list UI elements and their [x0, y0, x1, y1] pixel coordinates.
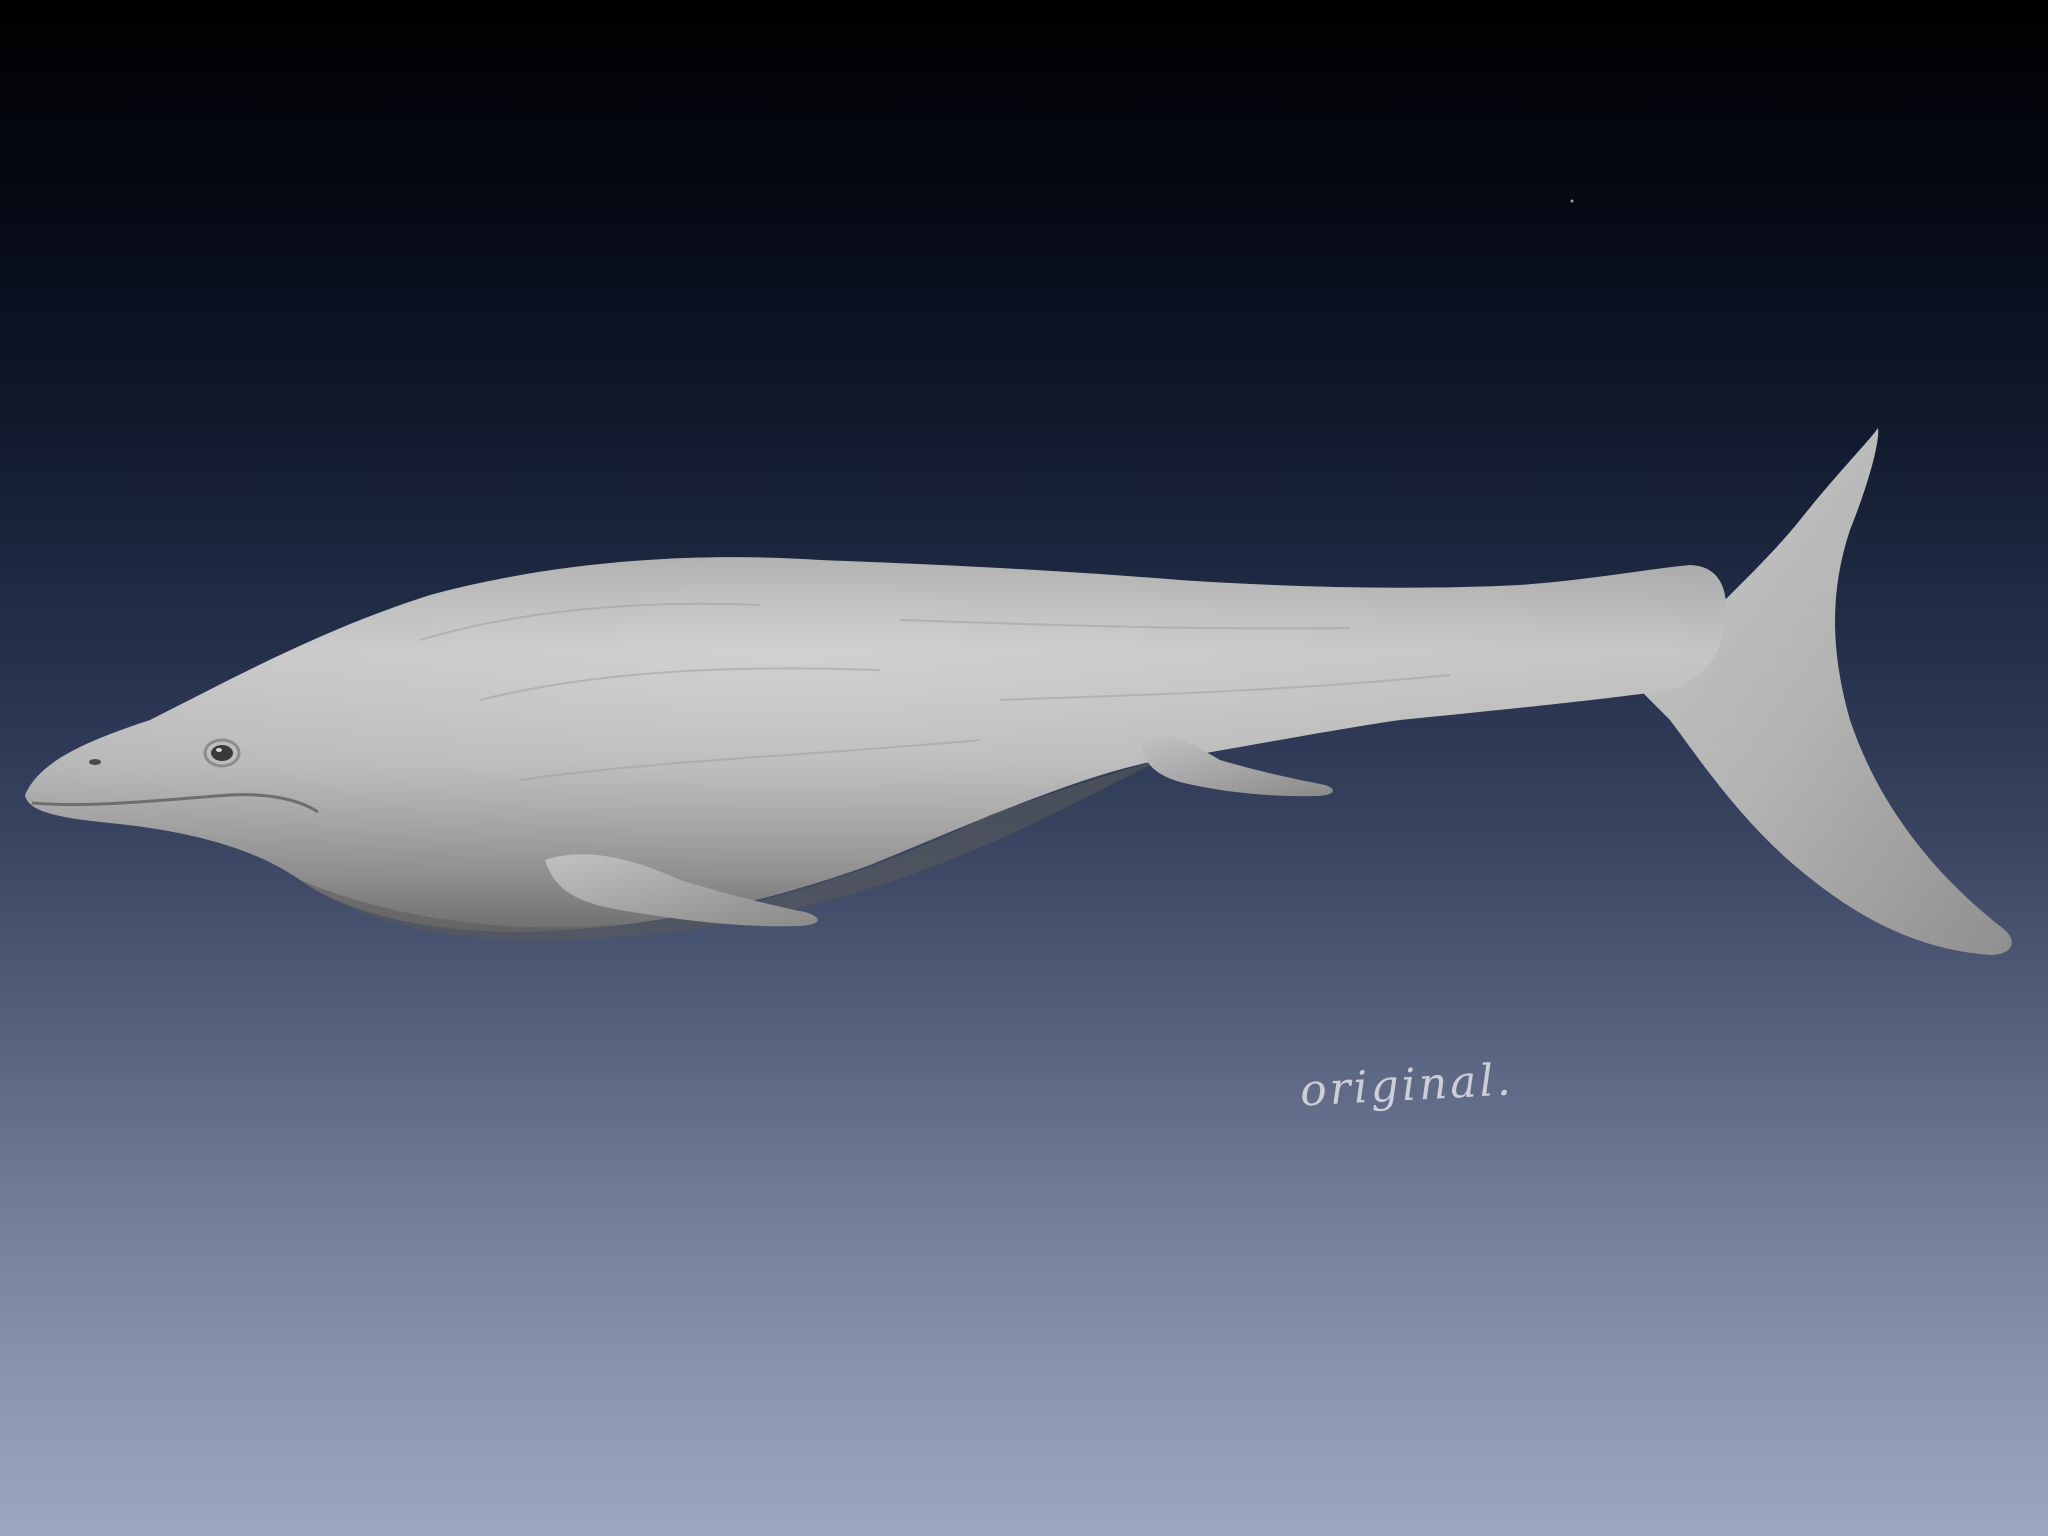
eye	[211, 745, 233, 761]
viewport-canvas[interactable]: original.	[0, 0, 2048, 1536]
tail-fluke	[1640, 428, 2012, 955]
whale-model-icon	[25, 199, 2012, 955]
